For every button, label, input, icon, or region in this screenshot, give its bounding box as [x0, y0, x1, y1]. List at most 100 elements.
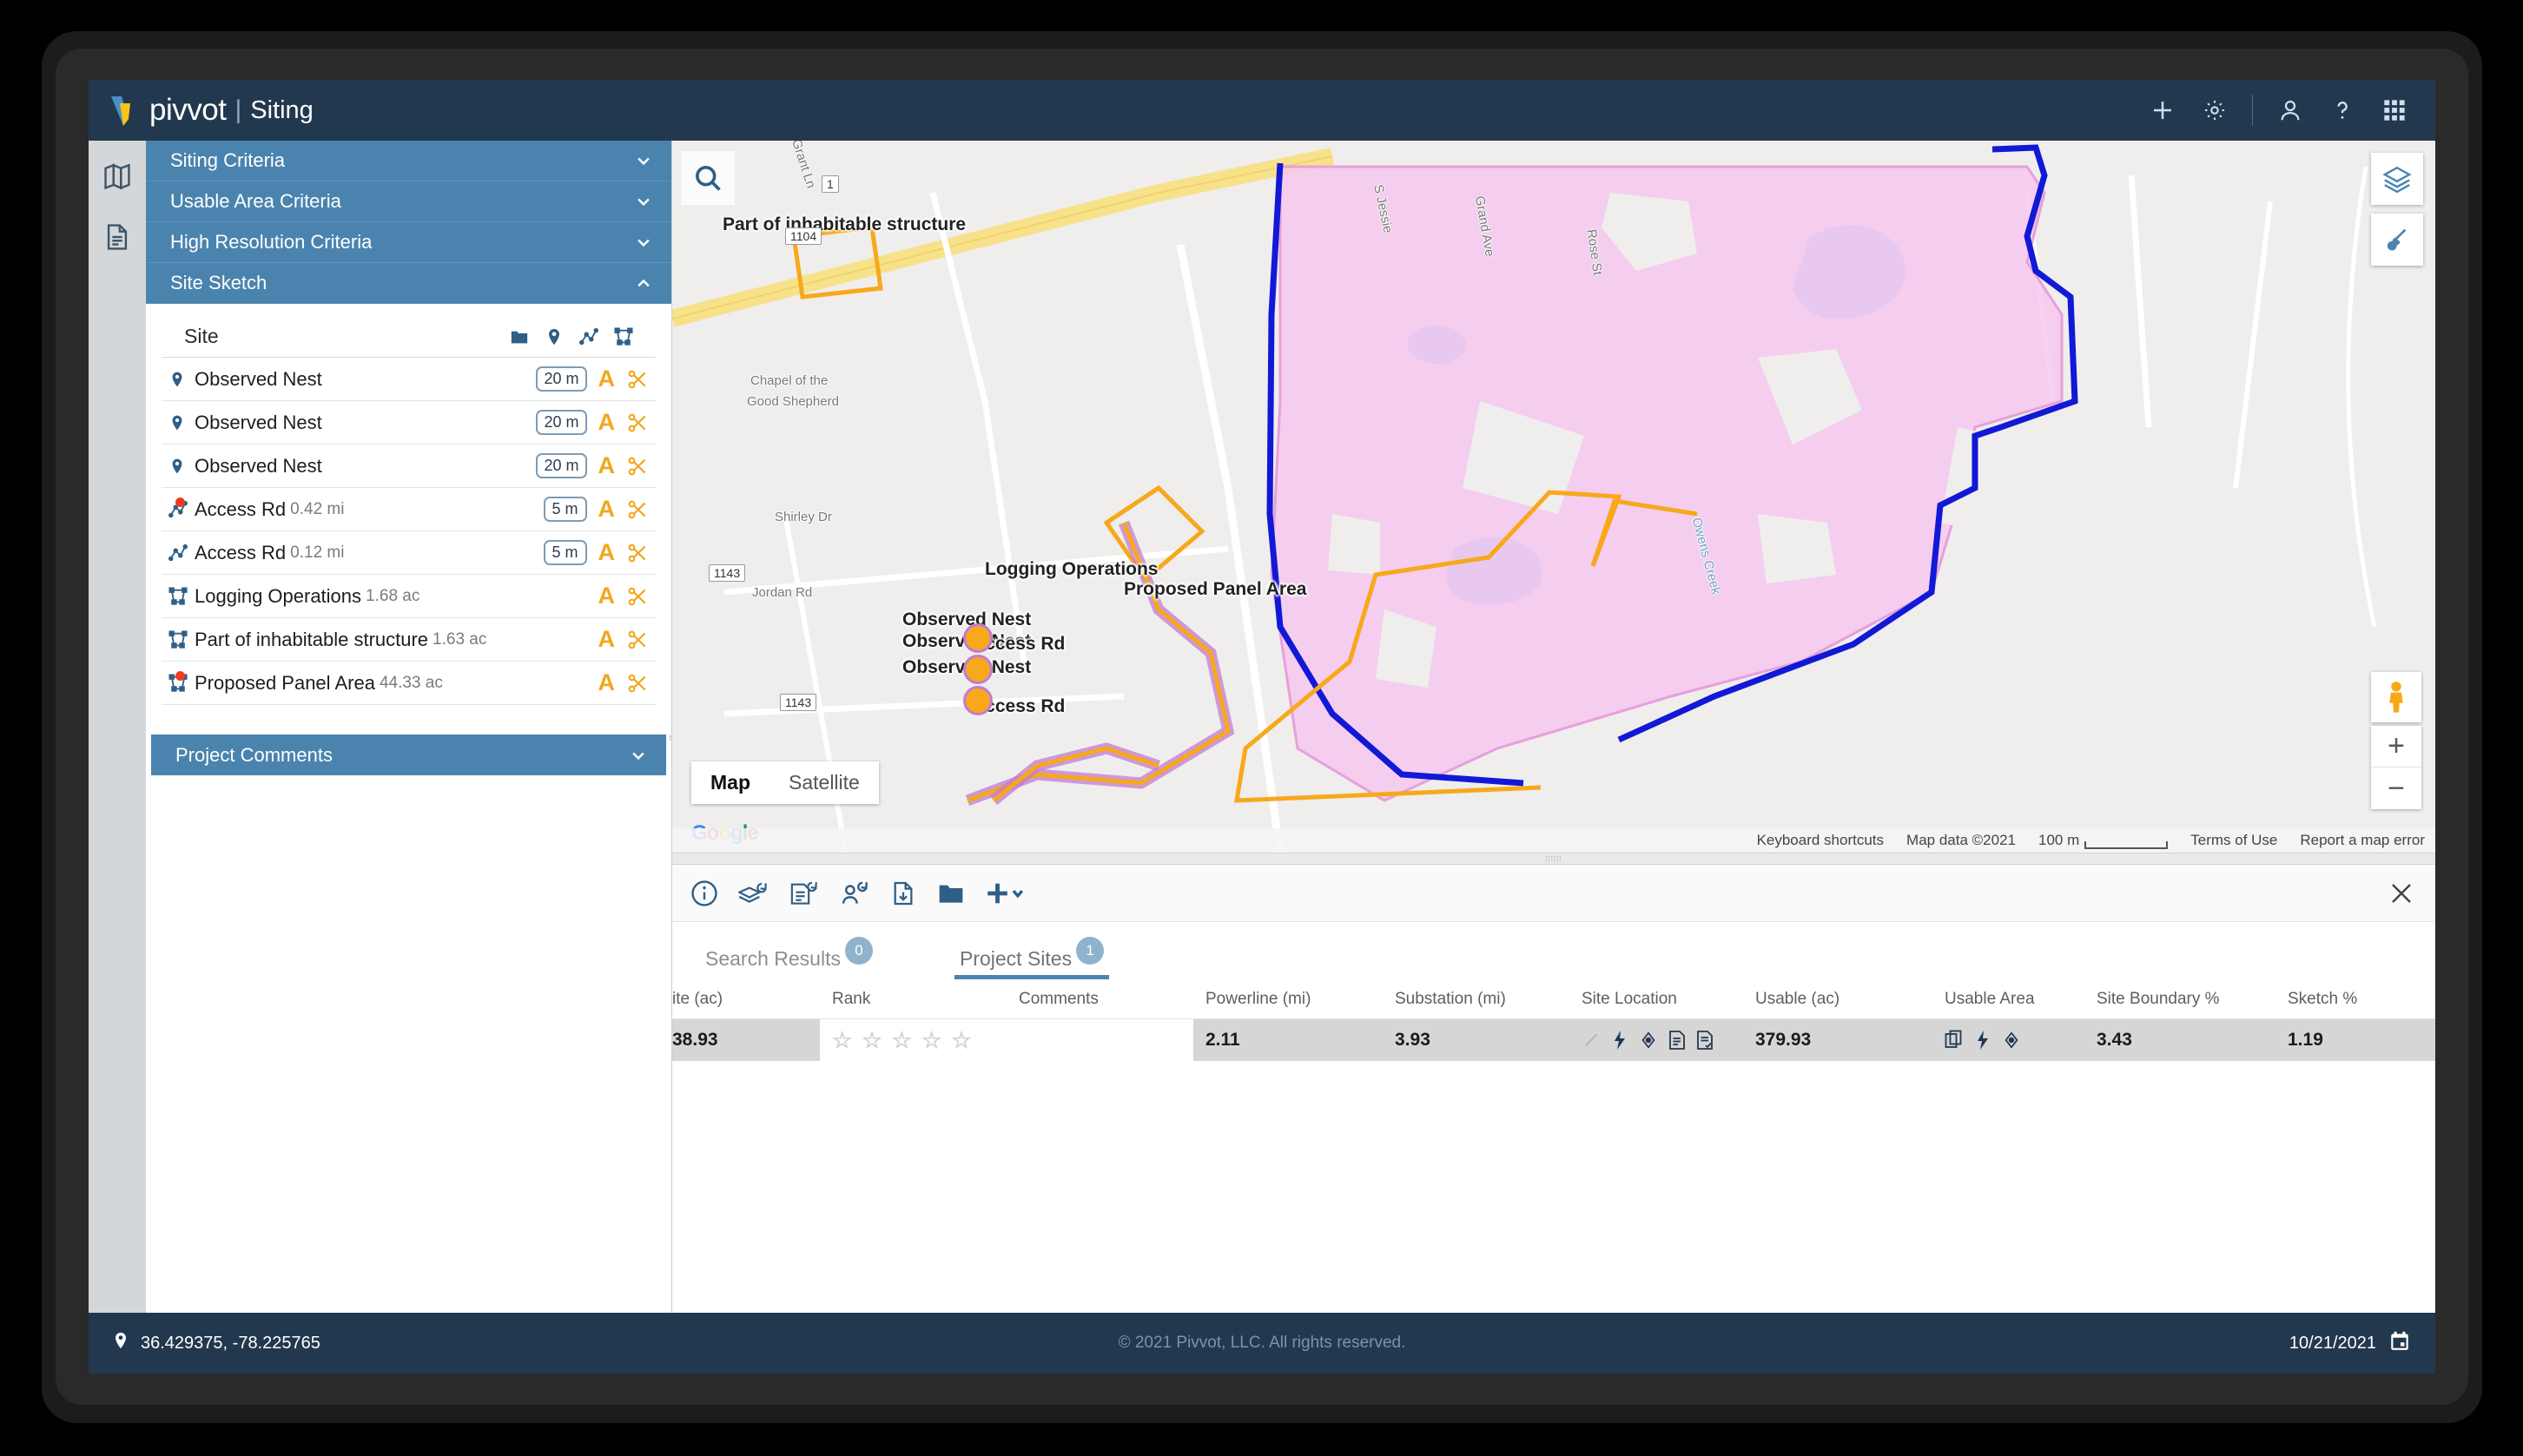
report-icon[interactable]	[1668, 1030, 1686, 1051]
label-toggle-icon[interactable]: A	[598, 671, 616, 695]
scissors-icon[interactable]	[626, 629, 649, 651]
zoom-out-button[interactable]: −	[2371, 768, 2421, 809]
map-marker-observed-nest[interactable]	[963, 686, 993, 715]
column-header-usable-ac[interactable]: Usable (ac)	[1743, 990, 1932, 1009]
scissors-icon[interactable]	[626, 542, 649, 564]
add-dropdown-icon[interactable]	[985, 879, 1025, 908]
scissors-icon[interactable]	[626, 368, 649, 391]
list-item[interactable]: Logging Operations 1.68 ac A	[162, 575, 656, 618]
star-icon[interactable]: ☆	[892, 1027, 912, 1054]
column-header-site-ac[interactable]: ite (ac)	[672, 990, 820, 1009]
accordion-high-resolution-criteria[interactable]: High Resolution Criteria	[146, 222, 671, 263]
pegman-icon[interactable]	[2371, 672, 2421, 722]
layers-icon[interactable]	[2371, 153, 2423, 205]
search-icon[interactable]	[681, 151, 735, 205]
label-toggle-icon[interactable]: A	[598, 454, 616, 478]
accordion-usable-area-criteria[interactable]: Usable Area Criteria	[146, 181, 671, 222]
map-icon[interactable]	[102, 161, 132, 191]
user-icon[interactable]	[2275, 96, 2305, 125]
tab-search-results[interactable]: Search Results 0	[705, 937, 873, 979]
zoom-in-button[interactable]: +	[2371, 726, 2421, 768]
list-item[interactable]: Part of inhabitable structure 1.63 ac A	[162, 618, 656, 662]
scissors-icon[interactable]	[626, 585, 649, 608]
keyboard-shortcuts-link[interactable]: Keyboard shortcuts	[1757, 832, 1884, 849]
label-toggle-icon[interactable]: A	[598, 411, 616, 434]
left-icon-rail	[89, 141, 146, 1313]
map-type-satellite[interactable]: Satellite	[769, 761, 879, 804]
copy-icon[interactable]	[1945, 1030, 1964, 1051]
buffer-value[interactable]: 5 m	[543, 540, 587, 565]
accordion-siting-criteria[interactable]: Siting Criteria	[146, 141, 671, 181]
column-header-powerline[interactable]: Powerline (mi)	[1193, 990, 1383, 1009]
column-header-substation[interactable]: Substation (mi)	[1383, 990, 1569, 1009]
scissors-icon[interactable]	[626, 412, 649, 434]
column-header-rank[interactable]: Rank	[820, 990, 1007, 1009]
gear-icon[interactable]	[2200, 96, 2229, 125]
cell-comments[interactable]	[1007, 1019, 1193, 1061]
scissors-icon[interactable]	[626, 498, 649, 521]
close-icon[interactable]	[2388, 880, 2414, 906]
label-toggle-icon[interactable]: A	[598, 628, 616, 651]
label-toggle-icon[interactable]: A	[598, 584, 616, 608]
polyline-icon[interactable]	[579, 327, 598, 346]
help-icon[interactable]	[2328, 96, 2357, 125]
report-map-error-link[interactable]: Report a map error	[2300, 832, 2425, 849]
folder-icon[interactable]	[936, 880, 966, 907]
lightning-icon[interactable]	[1974, 1030, 1991, 1051]
column-header-usable-area[interactable]: Usable Area	[1932, 990, 2084, 1009]
star-icon[interactable]: ☆	[951, 1027, 971, 1054]
label-toggle-icon[interactable]: A	[598, 367, 616, 391]
accordion-site-sketch[interactable]: Site Sketch	[146, 263, 671, 304]
list-item[interactable]: Access Rd 0.12 mi 5 m A	[162, 531, 656, 575]
star-icon[interactable]: ☆	[862, 1027, 882, 1054]
table-row[interactable]: 38.93 ☆ ☆ ☆ ☆ ☆ 2.11 3.93 379.93 3.43 1.…	[672, 1019, 2435, 1061]
terms-of-use-link[interactable]: Terms of Use	[2190, 832, 2277, 849]
pencil-icon[interactable]	[1582, 1031, 1601, 1050]
apps-grid-icon[interactable]	[2380, 96, 2409, 125]
horizontal-resize-handle[interactable]: ⁞⁞⁞⁞⁞⁞	[672, 853, 2435, 865]
list-item[interactable]: Observed Nest 20 m A	[162, 358, 656, 401]
target-icon[interactable]	[2002, 1031, 2021, 1050]
buffer-value[interactable]: 5 m	[543, 497, 587, 522]
calendar-icon[interactable]	[2388, 1329, 2411, 1357]
list-item[interactable]: Observed Nest 20 m A	[162, 445, 656, 488]
star-icon[interactable]: ☆	[832, 1027, 852, 1054]
report-check-icon[interactable]	[1696, 1030, 1714, 1051]
brush-icon[interactable]	[2371, 214, 2423, 266]
map-marker-observed-nest[interactable]	[963, 655, 993, 684]
scissors-icon[interactable]	[626, 672, 649, 695]
map-marker-observed-nest[interactable]	[963, 623, 993, 653]
buffer-value[interactable]: 20 m	[536, 366, 587, 392]
plus-icon[interactable]	[2148, 96, 2177, 125]
document-icon[interactable]	[102, 222, 132, 252]
map-area[interactable]: Part of inhabitable structure Logging Op…	[672, 141, 2435, 853]
column-header-sketch-pct[interactable]: Sketch %	[2275, 990, 2435, 1009]
column-header-site-location[interactable]: Site Location	[1569, 990, 1743, 1009]
map-type-map[interactable]: Map	[691, 761, 769, 804]
list-item[interactable]: Proposed Panel Area 44.33 ac A	[162, 662, 656, 705]
rank-stars[interactable]: ☆ ☆ ☆ ☆ ☆	[832, 1027, 972, 1054]
list-item[interactable]: Access Rd 0.42 mi 5 m A	[162, 488, 656, 531]
column-header-comments[interactable]: Comments	[1007, 990, 1193, 1009]
info-icon[interactable]	[690, 879, 719, 908]
tab-project-sites[interactable]: Project Sites 1	[954, 937, 1110, 979]
cell-rank[interactable]: ☆ ☆ ☆ ☆ ☆	[820, 1019, 1007, 1061]
label-toggle-icon[interactable]: A	[598, 541, 616, 564]
column-header-site-boundary-pct[interactable]: Site Boundary %	[2084, 990, 2275, 1009]
label-toggle-icon[interactable]: A	[598, 497, 616, 521]
accordion-project-comments[interactable]: Project Comments	[151, 735, 666, 775]
pin-icon[interactable]	[545, 327, 564, 346]
list-item[interactable]: Observed Nest 20 m A	[162, 401, 656, 445]
star-icon[interactable]: ☆	[921, 1027, 941, 1054]
report-refresh-icon[interactable]	[789, 879, 820, 908]
buffer-value[interactable]: 20 m	[536, 410, 587, 435]
buffer-value[interactable]: 20 m	[536, 453, 587, 478]
folder-icon[interactable]	[510, 327, 529, 346]
target-icon[interactable]	[1639, 1031, 1658, 1050]
polygon-icon[interactable]	[614, 326, 633, 346]
person-refresh-icon[interactable]	[839, 879, 870, 908]
layers-refresh-icon[interactable]	[738, 879, 769, 908]
scissors-icon[interactable]	[626, 455, 649, 478]
file-download-icon[interactable]	[889, 879, 917, 908]
lightning-icon[interactable]	[1611, 1030, 1628, 1051]
